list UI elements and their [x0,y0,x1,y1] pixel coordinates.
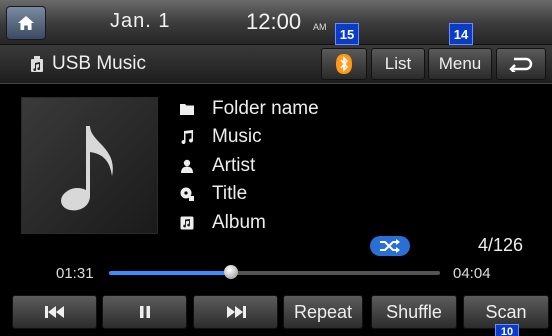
music-note-art-icon [61,126,113,211]
title-icon [180,187,194,201]
bluetooth-icon [336,54,352,74]
shuffle-indicator [370,236,410,256]
clock-time: 12:00 [246,9,302,34]
back-icon [509,57,533,72]
back-button[interactable] [496,48,546,80]
folder-name: Folder name [212,98,319,119]
menu-button[interactable]: Menu [428,48,492,80]
track-count: 4/126 [478,235,524,255]
music-note-icon [180,130,194,144]
album-name: Album [212,212,266,233]
title-bar: USB Music List Menu [0,45,552,84]
folder-icon [180,102,194,116]
pause-button[interactable] [102,295,187,329]
usb-music-screen: Jan. 1 12:00 AM 15 14 USB Music List Men… [0,0,552,336]
total-time: 04:04 [453,265,491,282]
source-title: USB Music [52,53,146,74]
elapsed-time: 01:31 [56,265,94,282]
music-row: Music [180,126,262,148]
next-track-button[interactable] [193,295,278,329]
folder-row: Folder name [180,98,319,120]
callout-label-bt: 15 [335,23,359,45]
status-bar: Jan. 1 12:00 AM 15 14 [0,0,552,45]
home-button[interactable] [6,6,46,40]
list-button[interactable]: List [371,48,425,80]
shuffle-button[interactable]: Shuffle [371,295,457,329]
progress-fill [109,271,232,275]
artist-name: Artist [212,155,256,176]
usb-music-icon [31,56,43,72]
artist-icon [180,159,194,173]
callout-label-scan: 10 [495,324,519,336]
prev-track-icon [44,306,64,318]
progress-slider[interactable] [109,265,440,279]
clock-ampm: AM [313,22,327,32]
album-icon [180,216,194,230]
callout-label-menu: 14 [449,23,473,45]
date-display: Jan. 1 [110,10,171,32]
next-track-icon [226,306,246,318]
repeat-button[interactable]: Repeat [283,295,363,329]
pause-icon [139,306,150,318]
progress-knob[interactable] [224,265,239,279]
home-icon [18,16,34,30]
album-row: Album [180,212,266,234]
title-row: Title [180,183,247,205]
music-name: Music [212,126,262,147]
album-art [21,97,158,234]
artist-row: Artist [180,155,255,177]
shuffle-icon [380,239,400,253]
title-name: Title [212,183,248,204]
bluetooth-button[interactable] [321,48,367,80]
previous-track-button[interactable] [12,295,97,329]
